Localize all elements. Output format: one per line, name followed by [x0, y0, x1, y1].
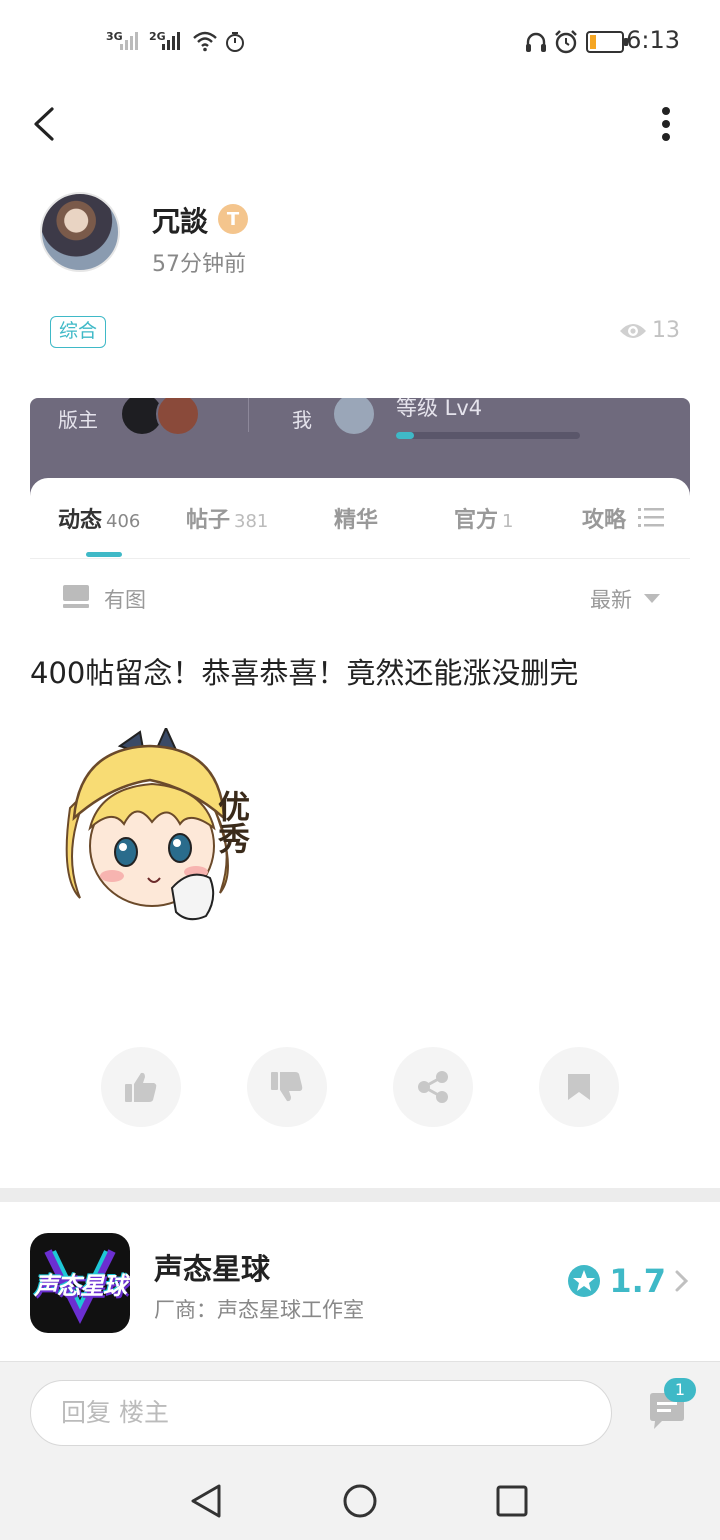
divider [30, 558, 690, 559]
divider [248, 398, 249, 432]
level-label: 等级 Lv4 [396, 398, 483, 420]
sticker-text: 优秀 [213, 790, 251, 855]
system-nav-bar [0, 1461, 720, 1540]
level-progress-track [396, 432, 580, 439]
author-avatar[interactable] [40, 192, 120, 272]
level-progress-fill [396, 432, 415, 439]
circle-home-icon [343, 1484, 377, 1518]
nav-recents-button[interactable] [490, 1479, 534, 1523]
clock: 6:13 [626, 26, 680, 54]
like-button[interactable] [101, 1047, 181, 1127]
post-content: 400帖留念！恭喜恭喜！竟然还能涨没删完 [30, 656, 579, 690]
screenshot-tabs: 动态 406 帖子 381 精华 官方 1 攻略 [30, 502, 690, 552]
comment-count-badge: 1 [664, 1378, 696, 1402]
share-button[interactable] [393, 1047, 473, 1127]
user-level-badge: T [218, 204, 248, 234]
post-category-tag[interactable]: 综合 [50, 316, 107, 348]
bookmark-icon [568, 1074, 590, 1100]
app-vendor: 厂商：声态星球工作室 [154, 1298, 364, 1322]
dislike-button[interactable] [247, 1047, 327, 1127]
tab-tiezi: 帖子 381 [186, 508, 269, 533]
dropdown-icon [644, 594, 660, 603]
tab-gonglue: 攻略 [582, 508, 627, 533]
screen: 3G 2G 6:13 冗談 T 57分钟前 综合 13 版主 我 等级 Lv4 … [0, 0, 720, 1540]
sort-newest: 最新 [590, 588, 632, 612]
status-bar: 3G 2G 6:13 [0, 0, 720, 84]
signal-icon [120, 32, 138, 50]
my-avatar [332, 398, 376, 436]
view-count-value: 13 [652, 318, 680, 343]
tab-jinghua: 精华 [334, 508, 379, 533]
thumb-up-icon [125, 1072, 157, 1102]
app-name[interactable]: 声态星球 [154, 1246, 270, 1288]
alarm-icon [555, 30, 577, 54]
tab-guanfang: 官方 1 [454, 508, 514, 533]
reply-bar: 回复 楼主 [0, 1361, 720, 1461]
list-menu-icon [638, 508, 664, 527]
tab-dongtai: 动态 406 [58, 508, 141, 533]
star-icon [568, 1265, 601, 1297]
more-vertical-icon [662, 107, 670, 141]
rating-score: 1.7 [609, 1262, 666, 1300]
section-divider [0, 1188, 720, 1202]
triangle-back-icon [191, 1484, 221, 1518]
wifi-icon [193, 31, 217, 52]
post-time: 57分钟前 [152, 252, 246, 277]
timer-icon [226, 32, 244, 52]
post-image-screenshot[interactable]: 版主 我 等级 Lv4 动态 406 帖子 381 精华 官方 1 攻略 有图 … [30, 398, 690, 614]
chevron-left-icon [34, 107, 54, 141]
headphones-icon [526, 32, 546, 52]
filter-has-image: 有图 [104, 588, 146, 612]
moderator-avatar [156, 398, 200, 436]
sticker-image[interactable]: 优秀 [40, 725, 280, 938]
image-filter-icon [63, 585, 89, 608]
back-button[interactable] [14, 94, 74, 154]
more-button[interactable] [636, 94, 696, 154]
app-logo-text: 声态星球 [34, 1271, 127, 1300]
tab-indicator [86, 552, 122, 557]
chevron-right-icon [675, 1270, 689, 1292]
me-label: 我 [292, 408, 312, 432]
nav-back-button[interactable] [184, 1479, 228, 1523]
bookmark-button[interactable] [539, 1047, 619, 1127]
author-name[interactable]: 冗談 [152, 200, 208, 240]
square-recents-icon [496, 1485, 528, 1517]
view-count: 13 [618, 318, 680, 343]
app-icon[interactable]: 声态星球 [30, 1233, 130, 1333]
signal-icon [162, 32, 180, 50]
anime-girl-sticker: 优秀 [65, 725, 251, 921]
moderator-label: 版主 [58, 408, 98, 432]
nav-home-button[interactable] [338, 1479, 382, 1523]
reply-input[interactable]: 回复 楼主 [30, 1380, 612, 1446]
share-icon [418, 1071, 448, 1103]
eye-icon [620, 323, 646, 338]
battery-icon [586, 31, 628, 53]
app-rating[interactable]: 1.7 [567, 1262, 690, 1300]
thumb-down-icon [271, 1072, 303, 1102]
